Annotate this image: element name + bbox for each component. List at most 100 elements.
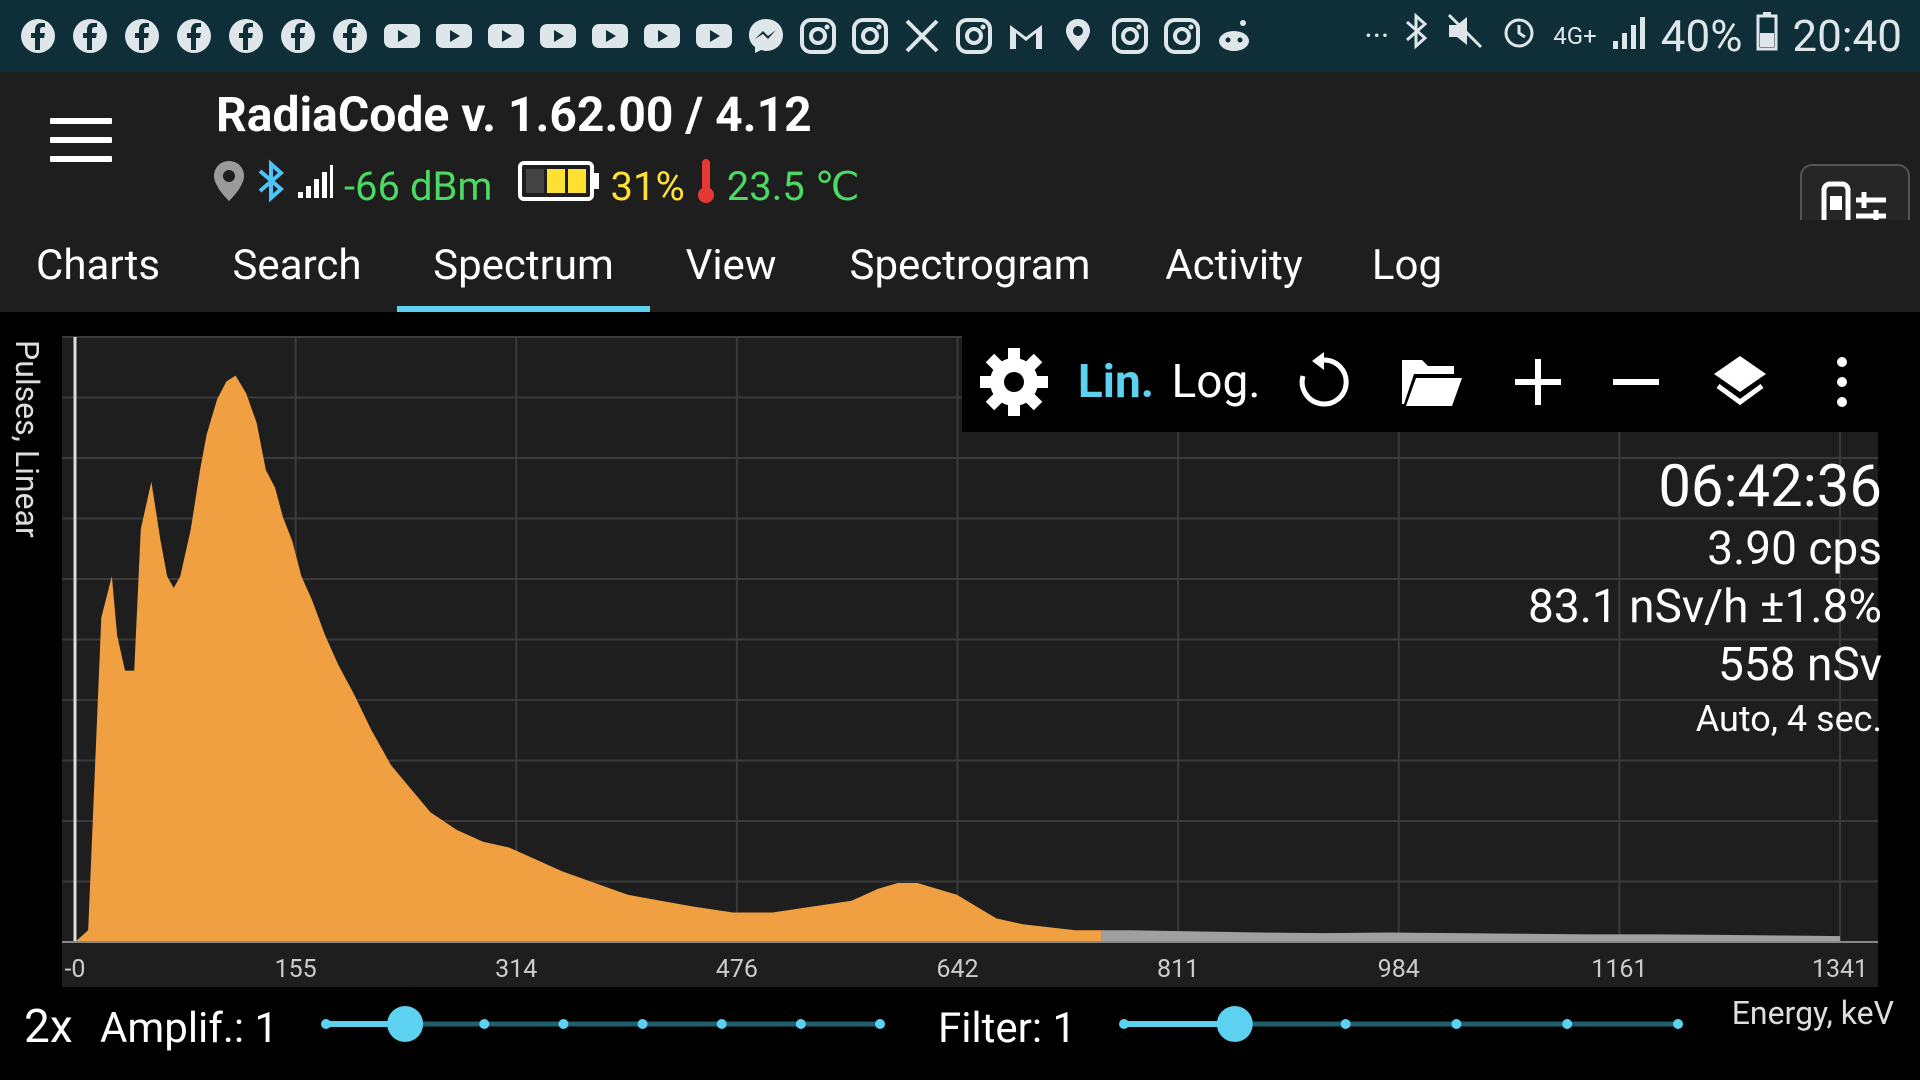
spectrum-toolbar: Lin. Log. <box>962 332 1896 432</box>
slider-step-dot <box>321 1019 331 1029</box>
x-tick-label: 1341 <box>1812 955 1868 984</box>
battery-percent: 40% <box>1660 10 1743 62</box>
update-mode: Auto, 4 sec. <box>1695 698 1882 740</box>
bluetooth-status-icon <box>1403 10 1431 62</box>
reddit-icon <box>1214 16 1254 56</box>
gmail-icon <box>1006 16 1046 56</box>
tab-spectrum[interactable]: Spectrum <box>397 220 650 312</box>
slider-thumb[interactable] <box>1216 1006 1253 1042</box>
slider-step-dot <box>1451 1019 1462 1029</box>
youtube-icon <box>538 16 578 56</box>
facebook-icon <box>122 16 162 56</box>
slider-step-dot <box>479 1019 490 1029</box>
x-tick-label: 984 <box>1378 955 1420 984</box>
settings-button[interactable] <box>962 332 1066 432</box>
facebook-icon <box>18 16 58 56</box>
filter-label: Filter: 1 <box>938 1004 1077 1053</box>
instagram-icon <box>850 16 890 56</box>
gear-icon <box>980 348 1048 416</box>
facebook-icon <box>174 16 214 56</box>
device-battery-icon <box>517 159 601 213</box>
zoom-in-button[interactable] <box>1482 332 1594 432</box>
youtube-icon <box>382 16 422 56</box>
thermometer-icon <box>695 157 717 215</box>
slider-step-dot <box>716 1019 727 1029</box>
tab-search[interactable]: Search <box>214 220 380 312</box>
filter-slider[interactable] <box>1114 1004 1688 1044</box>
layers-button[interactable] <box>1678 332 1802 432</box>
phone-battery-icon <box>1756 10 1778 62</box>
slider-step-dot <box>1340 1019 1351 1029</box>
youtube-icon <box>486 16 526 56</box>
slider-step-dot <box>1673 1019 1683 1029</box>
linear-scale-button[interactable]: Lin. <box>1066 332 1166 432</box>
tab-activity[interactable]: Activity <box>1154 220 1314 312</box>
dose-rate: 83.1 nSv/h ±1.8% <box>1528 580 1882 634</box>
more-options-button[interactable] <box>1802 332 1882 432</box>
device-temperature: 23.5 ℃ <box>726 162 860 210</box>
youtube-icon <box>434 16 474 56</box>
tab-log[interactable]: Log <box>1362 220 1452 312</box>
x-tick-label: 476 <box>716 955 758 984</box>
count-rate: 3.90 cps <box>1707 522 1882 576</box>
reset-button[interactable] <box>1266 332 1382 432</box>
slider-step-dot <box>795 1019 806 1029</box>
instagram-icon <box>1110 16 1150 56</box>
acquisition-time: 06:42:36 <box>1658 453 1882 521</box>
log-scale-button[interactable]: Log. <box>1166 332 1266 432</box>
status-bar: ··· 4G+ 40% 20:40 <box>0 0 1920 72</box>
network-type: 4G+ <box>1553 22 1597 50</box>
maps-icon <box>1058 16 1098 56</box>
zoom-out-button[interactable] <box>1594 332 1678 432</box>
youtube-icon <box>694 16 734 56</box>
signal-strength-icon <box>296 163 334 210</box>
x-icon <box>902 16 942 56</box>
facebook-icon <box>278 16 318 56</box>
amplification-slider[interactable] <box>316 1004 890 1044</box>
youtube-icon <box>590 16 630 56</box>
amplification-label: Amplif.: 1 <box>100 1004 279 1053</box>
app-title: RadiaCode v. 1.62.00 / 4.12 <box>216 86 812 143</box>
minus-icon <box>1613 379 1659 385</box>
messenger-icon <box>746 16 786 56</box>
clock: 20:40 <box>1792 10 1902 62</box>
cell-signal-icon <box>1611 10 1647 62</box>
alarm-icon <box>1499 10 1539 62</box>
slider-step-dot <box>558 1019 569 1029</box>
facebook-icon <box>226 16 266 56</box>
x-tick-label: 811 <box>1157 955 1199 984</box>
instagram-icon <box>798 16 838 56</box>
x-tick-label: 1161 <box>1591 955 1647 984</box>
notification-icons <box>18 16 1254 56</box>
measurement-readout: 06:42:36 3.90 cps 83.1 nSv/h ±1.8% 558 n… <box>1528 454 1882 744</box>
x-tick-label: 155 <box>275 955 317 984</box>
x-tick-label: 642 <box>936 955 978 984</box>
x-tick-label: -0 <box>65 955 86 984</box>
tab-spectrogram[interactable]: Spectrogram <box>838 220 1102 312</box>
youtube-icon <box>642 16 682 56</box>
tab-charts[interactable]: Charts <box>20 220 176 312</box>
bluetooth-icon <box>256 158 286 214</box>
device-battery-percent: 31% <box>610 162 685 210</box>
slider-thumb[interactable] <box>387 1006 424 1042</box>
x-axis-label: Energy, keV <box>1731 994 1894 1032</box>
location-pin-icon <box>212 159 246 213</box>
x-tick-label: 314 <box>495 955 537 984</box>
tab-view[interactable]: View <box>672 220 790 312</box>
instagram-icon <box>1162 16 1202 56</box>
open-file-button[interactable] <box>1382 332 1482 432</box>
folder-open-icon <box>1402 360 1462 406</box>
zoom-level-button[interactable]: 2x <box>24 1000 73 1054</box>
refresh-icon <box>1299 352 1349 407</box>
signal-dbm: -66 dBm <box>344 162 493 210</box>
layers-icon <box>1714 356 1766 406</box>
slider-step-dot <box>1119 1019 1129 1029</box>
instagram-icon <box>954 16 994 56</box>
app-bar: RadiaCode v. 1.62.00 / 4.12 -66 dBm 31% … <box>0 72 1920 272</box>
device-status: -66 dBm 31% 23.5 ℃ <box>212 158 860 214</box>
plus-icon <box>1515 359 1561 405</box>
more-notifications: ··· <box>1364 17 1390 55</box>
menu-icon[interactable] <box>50 118 112 166</box>
facebook-icon <box>330 16 370 56</box>
accumulated-dose: 558 nSv <box>1718 638 1882 692</box>
